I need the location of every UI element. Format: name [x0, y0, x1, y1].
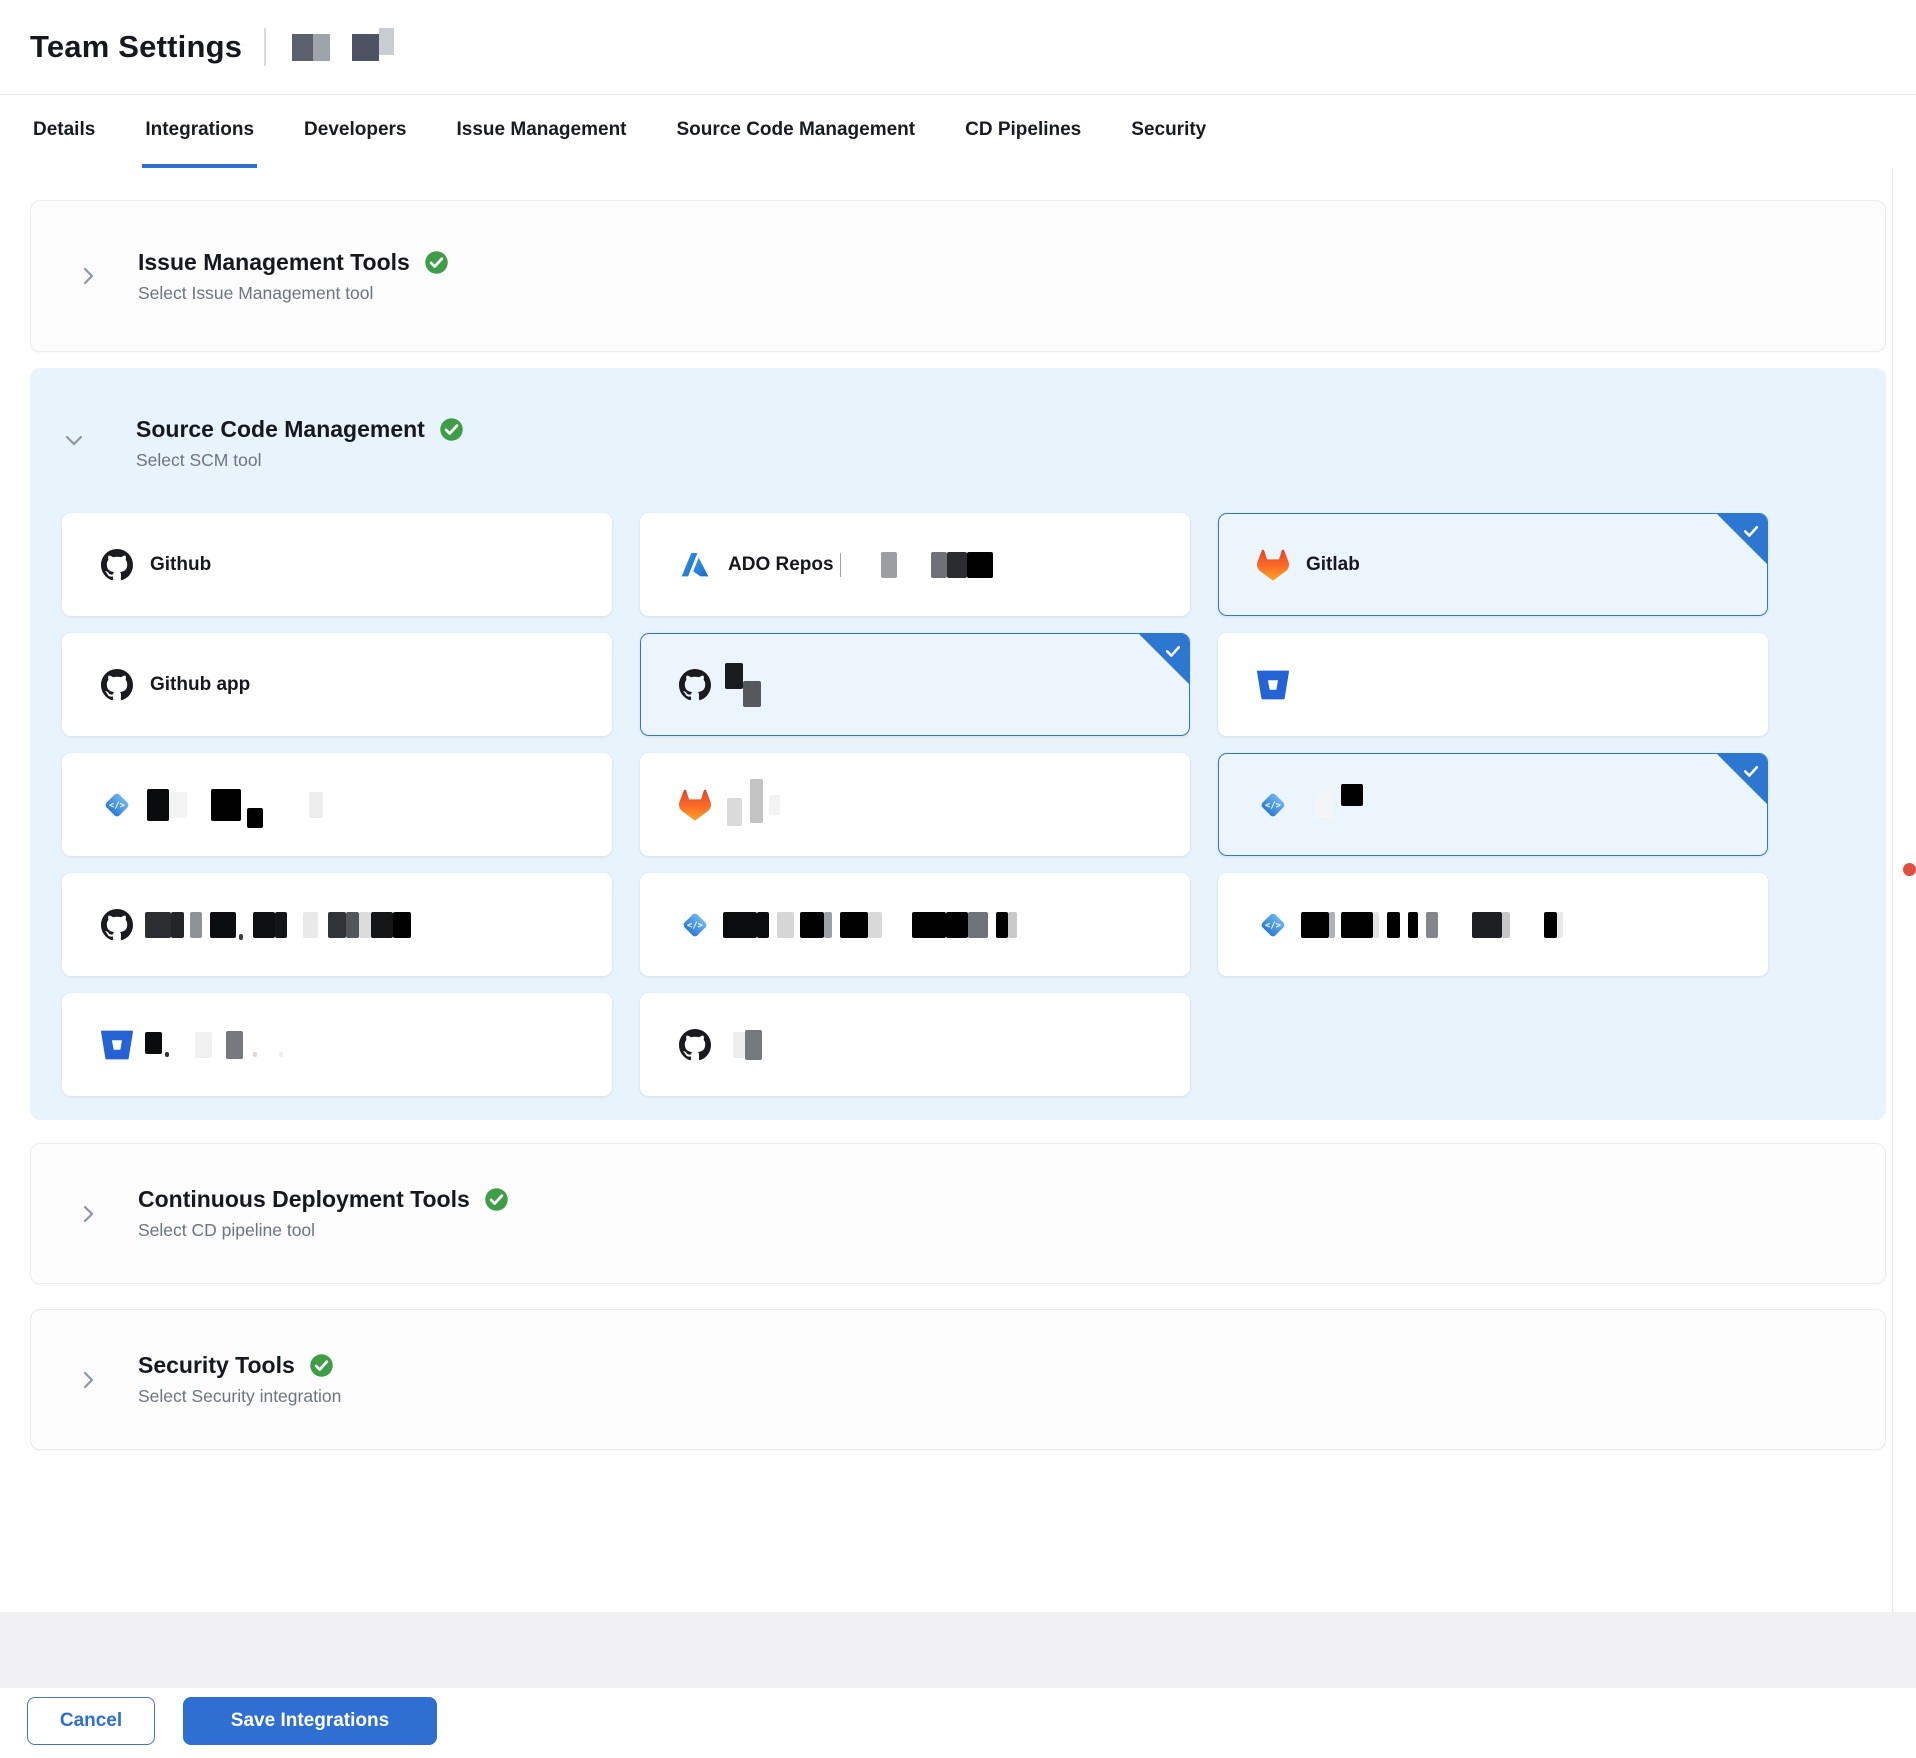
- chevron-right-icon: [76, 1368, 100, 1392]
- redacted-text: [725, 672, 761, 698]
- scm-section-header[interactable]: Source Code Management Select SCM tool: [62, 416, 1886, 471]
- redacted-text: [723, 912, 1017, 938]
- tool-label: Github app: [150, 674, 250, 696]
- azure-repos-icon: </>: [679, 909, 711, 941]
- scm-card-redacted[interactable]: [640, 753, 1190, 856]
- section-title: Issue Management Tools: [138, 249, 410, 276]
- scm-card-gitlab[interactable]: Gitlab: [1218, 513, 1768, 616]
- scm-card-github[interactable]: Github: [62, 513, 612, 616]
- tab-integrations[interactable]: Integrations: [142, 95, 257, 168]
- section-continuous-deployment-tools[interactable]: Continuous Deployment Tools Select CD pi…: [30, 1143, 1886, 1284]
- svg-text:</>: </>: [687, 921, 703, 931]
- success-check-icon: [308, 1352, 335, 1379]
- tool-label: ADO Repos: [728, 554, 834, 576]
- tab-label: CD Pipelines: [965, 119, 1081, 141]
- footer-action-bar: Cancel Save Integrations: [0, 1688, 1916, 1758]
- github-icon: [679, 1029, 711, 1061]
- redacted-text: [727, 783, 780, 827]
- chevron-down-icon: [62, 428, 86, 452]
- scroll-marker-dot: [1903, 863, 1916, 876]
- scm-card-redacted[interactable]: [62, 993, 612, 1096]
- scm-card-redacted[interactable]: </>: [62, 753, 612, 856]
- svg-text:</>: </>: [109, 801, 125, 811]
- redacted-text: [1301, 912, 1563, 938]
- bitbucket-icon: [101, 1029, 133, 1061]
- svg-text:</>: </>: [1265, 801, 1281, 811]
- section-subtitle: Select CD pipeline tool: [138, 1220, 510, 1241]
- github-icon: [679, 669, 711, 701]
- tab-label: Security: [1131, 119, 1206, 141]
- page-header: Team Settings: [0, 0, 1916, 95]
- tab-label: Integrations: [145, 119, 254, 141]
- settings-tab-bar: Details Integrations Developers Issue Ma…: [0, 95, 1916, 168]
- scm-card-redacted[interactable]: </>: [1218, 873, 1768, 976]
- success-check-icon: [483, 1186, 510, 1213]
- redacted-text: [147, 789, 323, 821]
- section-security-tools[interactable]: Security Tools Select Security integrati…: [30, 1309, 1886, 1450]
- section-source-code-management: Source Code Management Select SCM tool G…: [30, 368, 1886, 1120]
- section-title: Security Tools: [138, 1352, 295, 1379]
- scm-card-redacted[interactable]: </>: [640, 873, 1190, 976]
- tab-source-code-management[interactable]: Source Code Management: [674, 95, 919, 168]
- tab-details[interactable]: Details: [30, 95, 98, 168]
- github-icon: [101, 909, 133, 941]
- scm-card-ado-repos[interactable]: ADO Repos: [640, 513, 1190, 616]
- azure-repos-icon: </>: [101, 789, 133, 821]
- redacted-team-name: [292, 34, 330, 61]
- tab-label: Details: [33, 119, 95, 141]
- tab-developers[interactable]: Developers: [301, 95, 409, 168]
- redacted-text: [145, 1031, 283, 1059]
- azure-repos-icon: </>: [1257, 789, 1289, 821]
- azure-devops-icon: [679, 549, 711, 581]
- chevron-right-icon: [76, 1202, 100, 1226]
- scm-card-redacted[interactable]: [62, 873, 612, 976]
- title-divider: [264, 28, 266, 66]
- redacted-text: [733, 1030, 762, 1060]
- section-title: Continuous Deployment Tools: [138, 1186, 470, 1213]
- page-title: Team Settings: [30, 29, 242, 65]
- tab-label: Issue Management: [457, 119, 627, 141]
- cancel-button[interactable]: Cancel: [27, 1697, 155, 1745]
- bitbucket-icon: [1257, 669, 1289, 701]
- selected-check-icon: [1741, 521, 1761, 541]
- tool-label: Github: [150, 554, 211, 576]
- tab-issue-management[interactable]: Issue Management: [454, 95, 630, 168]
- section-subtitle: Select SCM tool: [136, 450, 465, 471]
- gitlab-icon: [1257, 549, 1289, 581]
- content-edge-divider: [1892, 168, 1893, 1612]
- tab-label: Developers: [304, 119, 406, 141]
- scm-card-redacted[interactable]: [640, 633, 1190, 736]
- azure-repos-icon: </>: [1257, 909, 1289, 941]
- svg-text:</>: </>: [1265, 921, 1281, 931]
- scm-card-github-app[interactable]: Github app: [62, 633, 612, 736]
- scm-card-bitbucket[interactable]: [1218, 633, 1768, 736]
- section-subtitle: Select Issue Management tool: [138, 283, 450, 304]
- section-subtitle: Select Security integration: [138, 1386, 341, 1407]
- redacted-text: [145, 912, 411, 938]
- redacted-text: [840, 552, 993, 578]
- tab-cd-pipelines[interactable]: CD Pipelines: [962, 95, 1084, 168]
- tool-label: Gitlab: [1306, 554, 1360, 576]
- gitlab-icon: [679, 789, 711, 821]
- section-title: Source Code Management: [136, 416, 425, 443]
- redacted-team-name: [352, 34, 394, 61]
- github-icon: [101, 549, 133, 581]
- github-icon: [101, 669, 133, 701]
- tab-label: Source Code Management: [677, 119, 916, 141]
- selected-check-icon: [1741, 761, 1761, 781]
- scm-card-redacted[interactable]: </>: [1218, 753, 1768, 856]
- selected-check-icon: [1163, 641, 1183, 661]
- save-integrations-button[interactable]: Save Integrations: [183, 1697, 437, 1745]
- scm-tool-grid: Github ADO Repos Gitlab Github app: [62, 513, 1886, 1096]
- footer-separator-band: [0, 1612, 1916, 1688]
- chevron-right-icon: [76, 264, 100, 288]
- tab-security[interactable]: Security: [1128, 95, 1209, 168]
- redacted-text: [1315, 792, 1363, 818]
- section-issue-management-tools[interactable]: Issue Management Tools Select Issue Mana…: [30, 200, 1886, 352]
- scm-card-redacted[interactable]: [640, 993, 1190, 1096]
- success-check-icon: [423, 249, 450, 276]
- success-check-icon: [438, 416, 465, 443]
